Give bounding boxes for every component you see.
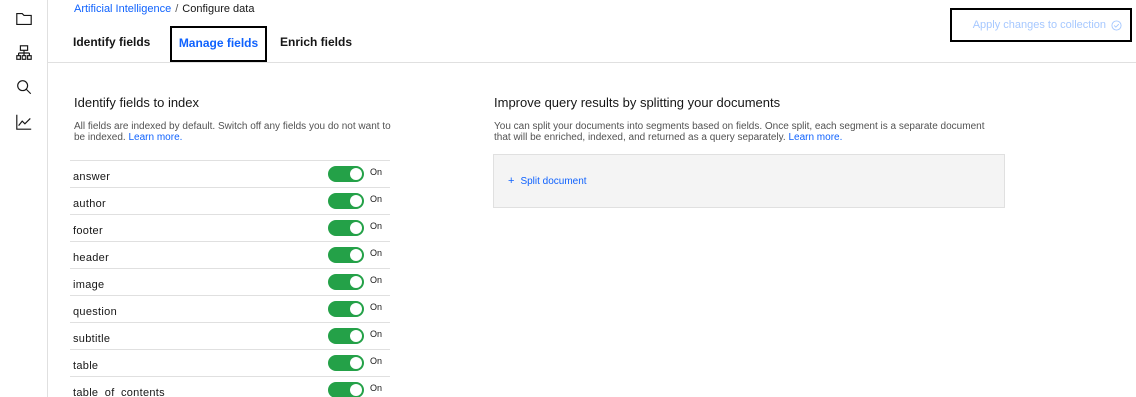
field-toggle[interactable] bbox=[328, 328, 364, 344]
toggle-state-label: On bbox=[370, 194, 383, 204]
split-panel-title: Improve query results by splitting your … bbox=[494, 95, 781, 110]
toggle-state-label: On bbox=[370, 302, 383, 312]
breadcrumb-current: Configure data bbox=[182, 3, 255, 15]
field-row-table-of-contents: table_of_contents On bbox=[70, 376, 390, 397]
field-row-question: question On bbox=[70, 295, 390, 322]
breadcrumb-separator: / bbox=[175, 3, 179, 15]
index-learn-more-link[interactable]: Learn more. bbox=[129, 132, 183, 143]
field-row-image: image On bbox=[70, 268, 390, 295]
split-document-label: Split document bbox=[520, 176, 587, 187]
split-learn-more-link[interactable]: Learn more. bbox=[788, 132, 842, 143]
toggle-state-label: On bbox=[370, 248, 383, 258]
index-panel-title: Identify fields to index bbox=[74, 95, 200, 110]
search-icon[interactable] bbox=[14, 77, 34, 97]
field-name: author bbox=[73, 198, 106, 210]
toggle-state-label: On bbox=[370, 329, 383, 339]
field-toggle[interactable] bbox=[328, 220, 364, 236]
hierarchy-icon[interactable] bbox=[14, 43, 34, 63]
toggle-state-label: On bbox=[370, 383, 383, 393]
field-toggle[interactable] bbox=[328, 193, 364, 209]
tab-identify-fields[interactable]: Identify fields bbox=[73, 26, 150, 62]
check-circle-icon bbox=[1111, 19, 1122, 31]
field-name: table bbox=[73, 360, 99, 372]
toggle-state-label: On bbox=[370, 221, 383, 231]
field-name: table_of_contents bbox=[73, 387, 165, 397]
field-row-table: table On bbox=[70, 349, 390, 376]
field-name: header bbox=[73, 252, 110, 264]
field-toggle[interactable] bbox=[328, 382, 364, 397]
index-panel-description: All fields are indexed by default. Switc… bbox=[74, 121, 391, 143]
breadcrumb-parent-link[interactable]: Artificial Intelligence bbox=[74, 3, 171, 15]
field-row-author: author On bbox=[70, 187, 390, 214]
field-name: footer bbox=[73, 225, 103, 237]
field-list: answer On author On footer On header On … bbox=[70, 160, 390, 397]
field-name: image bbox=[73, 279, 105, 291]
field-toggle[interactable] bbox=[328, 166, 364, 182]
field-toggle[interactable] bbox=[328, 274, 364, 290]
field-row-subtitle: subtitle On bbox=[70, 322, 390, 349]
field-toggle[interactable] bbox=[328, 247, 364, 263]
field-row-footer: footer On bbox=[70, 214, 390, 241]
field-name: answer bbox=[73, 171, 111, 183]
toggle-state-label: On bbox=[370, 167, 383, 177]
split-document-tile: + Split document bbox=[493, 154, 1005, 208]
field-toggle[interactable] bbox=[328, 355, 364, 371]
toggle-state-label: On bbox=[370, 275, 383, 285]
apply-changes-button[interactable]: Apply changes to collection bbox=[950, 8, 1132, 42]
split-panel-description: You can split your documents into segmen… bbox=[494, 121, 985, 143]
field-row-header: header On bbox=[70, 241, 390, 268]
field-toggle[interactable] bbox=[328, 301, 364, 317]
header-divider bbox=[48, 62, 1136, 63]
apply-changes-label: Apply changes to collection bbox=[972, 19, 1106, 31]
left-nav-rail bbox=[0, 0, 48, 397]
tab-manage-fields[interactable]: Manage fields bbox=[170, 26, 267, 62]
toggle-state-label: On bbox=[370, 356, 383, 366]
field-name: question bbox=[73, 306, 117, 318]
folder-icon[interactable] bbox=[14, 9, 34, 29]
field-name: subtitle bbox=[73, 333, 111, 345]
field-row-answer: answer On bbox=[70, 160, 390, 187]
breadcrumb: Artificial Intelligence / Configure data bbox=[74, 3, 254, 15]
plus-icon: + bbox=[508, 175, 515, 187]
tab-enrich-fields[interactable]: Enrich fields bbox=[280, 26, 352, 62]
chart-line-icon[interactable] bbox=[14, 112, 34, 132]
split-document-button[interactable]: + Split document bbox=[508, 175, 587, 187]
